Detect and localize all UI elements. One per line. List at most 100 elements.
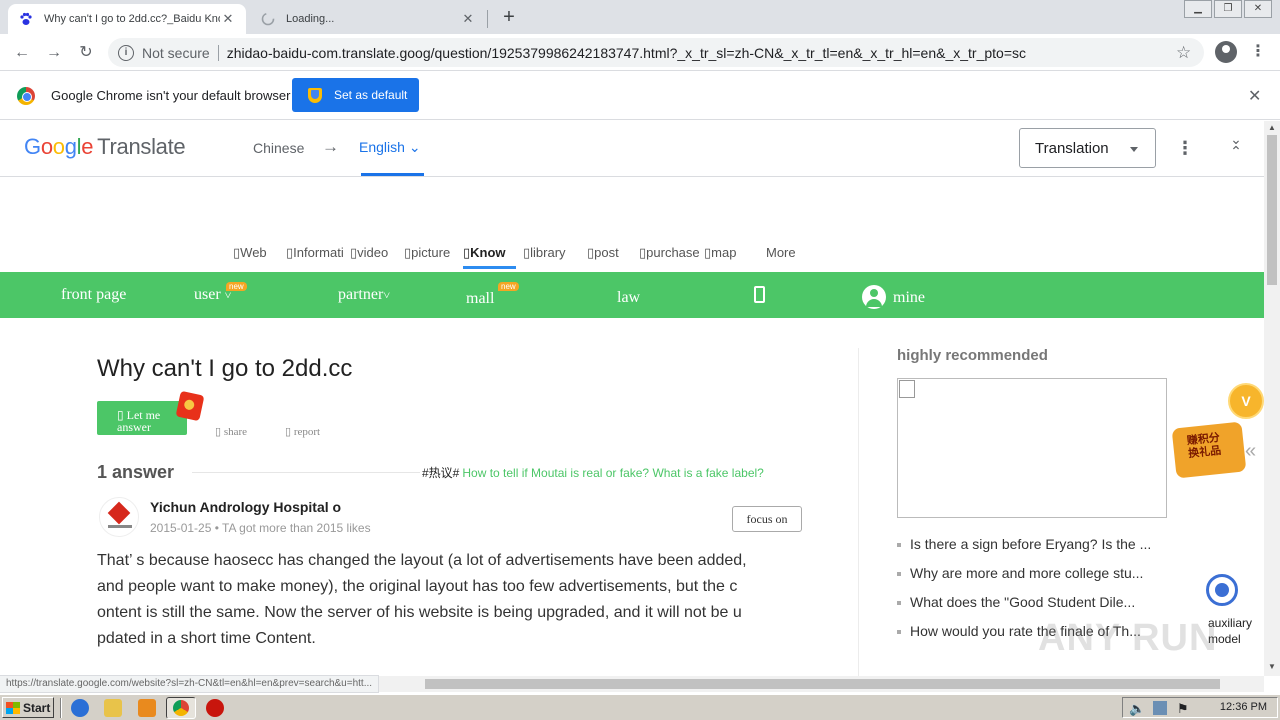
flag-icon[interactable]: ⚑	[1177, 701, 1191, 716]
tab-loading[interactable]: Loading... ✕	[250, 4, 486, 34]
address-bar[interactable]: i Not secure zhidao-baidu-com.translate.…	[108, 38, 1204, 67]
broken-image-icon[interactable]	[897, 378, 1167, 518]
source-language[interactable]: Chinese	[253, 140, 304, 156]
translation-mode-select[interactable]: Translation	[1019, 128, 1156, 168]
set-default-button[interactable]: Set as default	[292, 78, 419, 112]
report-icon: ▯	[285, 426, 292, 438]
account-avatar-icon[interactable]	[1215, 41, 1237, 63]
close-icon[interactable]: ✕	[460, 11, 476, 27]
scroll-down-icon[interactable]: ▼	[1268, 662, 1276, 671]
chrome-taskbar-button[interactable]	[166, 697, 196, 719]
phone-icon[interactable]	[754, 286, 765, 303]
let-me-answer-button[interactable]: ▯ Let me answer	[97, 401, 187, 435]
hot-tag: #热议#	[422, 466, 460, 480]
question-title: Why can't I go to 2dd.cc	[97, 355, 353, 382]
vip-badge-icon[interactable]: V	[1228, 383, 1264, 419]
user-avatar-icon[interactable]	[862, 285, 886, 309]
target-language-underline	[361, 173, 424, 176]
chrome-menu-icon[interactable]: ⋮	[1250, 42, 1266, 62]
nav-label: Web	[240, 245, 267, 260]
report-link[interactable]: ▯ report	[285, 425, 320, 438]
logo-product-name: Translate	[97, 134, 186, 159]
nav-partner[interactable]: partner˅	[338, 286, 390, 304]
ie-icon[interactable]	[71, 699, 89, 717]
omnibox-divider	[217, 44, 219, 61]
nav-mall[interactable]: mall	[466, 290, 494, 308]
answerer-avatar[interactable]	[99, 497, 139, 537]
vertical-scrollbar[interactable]: ▲ ▼	[1264, 121, 1280, 676]
answerer-name[interactable]: Yichun Andrology Hospital o	[150, 499, 341, 515]
target-language[interactable]: English ⌄	[359, 139, 421, 156]
answer-line: and people want to make money), the orig…	[97, 578, 738, 595]
back-arrow-icon[interactable]: ←	[11, 42, 33, 64]
nav-label: post	[594, 245, 619, 260]
baidu-paw-icon	[18, 11, 34, 27]
media-player-icon[interactable]	[138, 699, 156, 717]
scroll-up-icon[interactable]: ▲	[1268, 123, 1276, 132]
close-infobar-icon[interactable]: ✕	[1248, 86, 1261, 106]
nav-front-page[interactable]: front page	[61, 286, 126, 304]
recommended-item[interactable]: Is there a sign before Eryang? Is the ..…	[897, 536, 1167, 565]
minimize-icon[interactable]: ▁	[1184, 0, 1212, 18]
logo-letter: g	[64, 134, 77, 159]
tab-baidu-know[interactable]: Why can't I go to 2dd.cc?_Baidu Know ✕	[8, 4, 246, 34]
set-default-label: Set as default	[334, 88, 408, 102]
nav-post[interactable]: ▯post	[587, 245, 639, 261]
accessibility-icon[interactable]	[1206, 574, 1238, 606]
earn-points-badge[interactable]: 赚积分 换礼品	[1171, 421, 1247, 479]
start-button[interactable]: Start	[2, 697, 54, 718]
chrome-logo-icon	[17, 87, 35, 105]
nav-library[interactable]: ▯library	[523, 245, 587, 261]
hot-topic: #热议# How to tell if Moutai is real or fak…	[422, 464, 764, 481]
speaker-icon[interactable]: 🔈	[1129, 701, 1145, 716]
double-chevron-left-icon[interactable]: «	[1245, 440, 1256, 463]
forward-arrow-icon[interactable]: →	[43, 42, 65, 64]
share-icon: ▯	[215, 426, 222, 438]
logo-letter: o	[40, 134, 53, 159]
share-link[interactable]: ▯ share	[215, 425, 247, 438]
collapse-icon[interactable]: ⌄ ⌃	[1226, 132, 1246, 158]
more-options-icon[interactable]: ⋮	[1176, 138, 1194, 159]
nav-picture[interactable]: ▯picture	[404, 245, 463, 261]
red-packet-icon[interactable]	[175, 390, 205, 422]
nav-more[interactable]: More	[766, 245, 796, 261]
new-tab-button[interactable]: +	[497, 6, 521, 30]
scroll-thumb[interactable]	[425, 679, 1220, 689]
security-status: Not secure	[142, 44, 210, 61]
chevron-down-icon: ⌄	[408, 139, 421, 155]
scroll-thumb[interactable]	[1267, 135, 1277, 285]
reload-icon[interactable]: ↻	[75, 42, 97, 64]
logo-letter: o	[52, 134, 65, 159]
recommended-item[interactable]: Why are more and more college stu...	[897, 565, 1167, 594]
nav-label: purchase	[646, 245, 700, 260]
nav-mine[interactable]: mine	[893, 289, 925, 307]
nav-law[interactable]: law	[617, 289, 640, 307]
bookmark-star-icon[interactable]: ☆	[1176, 43, 1196, 63]
windows-flag-icon	[6, 701, 20, 714]
divider	[192, 472, 420, 473]
restore-icon[interactable]: ❐	[1214, 0, 1242, 18]
browser-toolbar: ← → ↻ i Not secure zhidao-baidu-com.tran…	[0, 34, 1280, 71]
close-window-icon[interactable]: ✕	[1244, 0, 1272, 18]
nav-information[interactable]: ▯Informati	[286, 245, 350, 261]
anyrun-watermark: ANY RUN	[1038, 617, 1218, 659]
focus-on-button[interactable]: focus on	[732, 506, 802, 532]
share-label: share	[223, 426, 248, 438]
nav-partner-label: partner	[338, 286, 384, 303]
nav-web[interactable]: ▯Web	[233, 245, 286, 261]
close-icon[interactable]: ✕	[220, 11, 236, 27]
url-text[interactable]: zhidao-baidu-com.translate.goog/question…	[227, 45, 1176, 61]
folder-icon[interactable]	[104, 699, 122, 717]
stop-icon[interactable]	[206, 699, 224, 717]
info-icon[interactable]: i	[118, 44, 134, 61]
nav-map[interactable]: ▯map	[704, 245, 766, 261]
nav-know[interactable]: ▯Know	[463, 245, 523, 261]
nav-video[interactable]: ▯video	[350, 245, 404, 261]
network-icon[interactable]	[1153, 701, 1167, 715]
answer-button-label: Let me answer	[117, 408, 161, 434]
nav-purchase[interactable]: ▯purchase	[639, 245, 704, 261]
hot-topic-link[interactable]: How to tell if Moutai is real or fake? W…	[462, 466, 763, 480]
system-tray: 🔈 ⚑ 12:36 PM	[1122, 697, 1278, 718]
google-translate-logo[interactable]: Google Translate	[24, 134, 186, 160]
shield-icon	[308, 87, 322, 103]
